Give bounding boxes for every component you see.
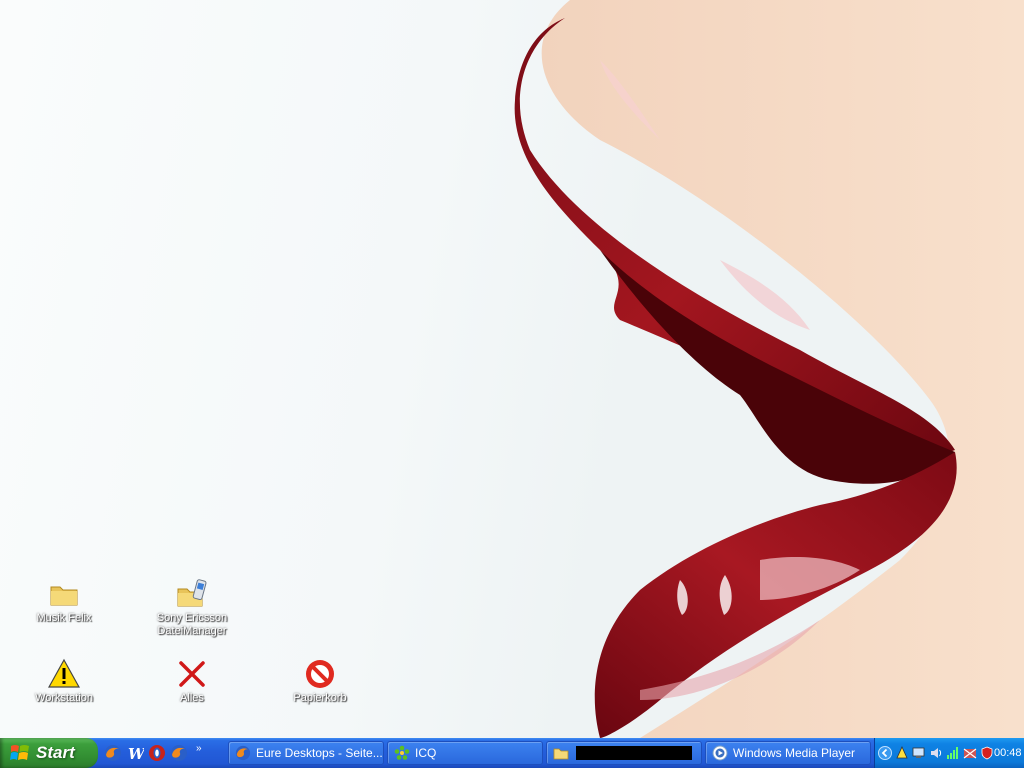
network-icon[interactable] — [895, 746, 909, 760]
firewall-icon[interactable] — [963, 746, 977, 760]
desktop-icon-label: Workstation — [35, 692, 93, 704]
system-tray: 00:48 — [874, 738, 1024, 768]
media-player-icon — [712, 745, 728, 761]
desktop-icon-label: Alles — [180, 692, 204, 704]
task-label: Windows Media Player — [733, 746, 856, 760]
quick-launch-more-icon[interactable]: » — [196, 743, 202, 754]
volume-icon[interactable] — [929, 746, 943, 760]
firefox-icon — [235, 745, 251, 761]
opera-icon[interactable] — [148, 744, 166, 762]
windows-logo-icon — [10, 745, 29, 760]
redacted-title-bar — [576, 746, 692, 760]
desktop[interactable]: Musik Felix Sony Ericsson DateiManager W… — [0, 0, 1024, 738]
quick-launch: W » — [104, 742, 202, 764]
firefox-icon[interactable] — [104, 744, 122, 762]
svg-text:W: W — [128, 745, 144, 762]
red-x-icon — [179, 661, 205, 687]
start-button[interactable]: Start — [0, 738, 98, 768]
task-button-folder[interactable] — [546, 741, 702, 765]
desktop-icon-alles[interactable]: Alles — [144, 658, 240, 705]
desktop-icon-sony-ericsson[interactable]: Sony Ericsson DateiManager — [144, 578, 240, 638]
desktop-icon-label: Musik Felix — [36, 612, 92, 624]
desktop-icon-musik-felix[interactable]: Musik Felix — [16, 578, 112, 625]
desktop-icon-papierkorb[interactable]: Papierkorb — [272, 658, 368, 705]
shield-icon[interactable] — [980, 746, 994, 760]
task-button-icq[interactable]: ICQ — [387, 741, 543, 765]
desktop-icon-label: Sony Ericsson DateiManager — [156, 612, 228, 637]
folder-icon — [553, 748, 569, 760]
task-button-eure-desktops[interactable]: Eure Desktops - Seite... — [228, 741, 384, 765]
monitor-icon[interactable] — [912, 746, 926, 760]
task-button-windows-media-player[interactable]: Windows Media Player — [705, 741, 871, 765]
phone-folder-icon — [177, 579, 207, 607]
task-label: Eure Desktops - Seite... — [256, 746, 383, 760]
chevron-left-icon[interactable] — [878, 746, 892, 760]
no-entry-icon — [306, 660, 334, 688]
folder-icon — [50, 586, 78, 606]
firefox-icon[interactable] — [170, 744, 188, 762]
task-label: ICQ — [415, 746, 437, 760]
taskbar: Start W » Eure Desktops - Seite... ICQ W… — [0, 738, 1024, 768]
desktop-icon-label: Papierkorb — [293, 692, 347, 704]
signal-icon[interactable] — [946, 746, 960, 760]
icq-flower-icon — [394, 745, 410, 760]
word-icon[interactable]: W — [126, 744, 144, 762]
warning-icon — [48, 658, 80, 688]
start-label: Start — [36, 743, 75, 762]
desktop-icon-workstation[interactable]: Workstation — [16, 658, 112, 705]
clock[interactable]: 00:48 — [994, 747, 1022, 759]
